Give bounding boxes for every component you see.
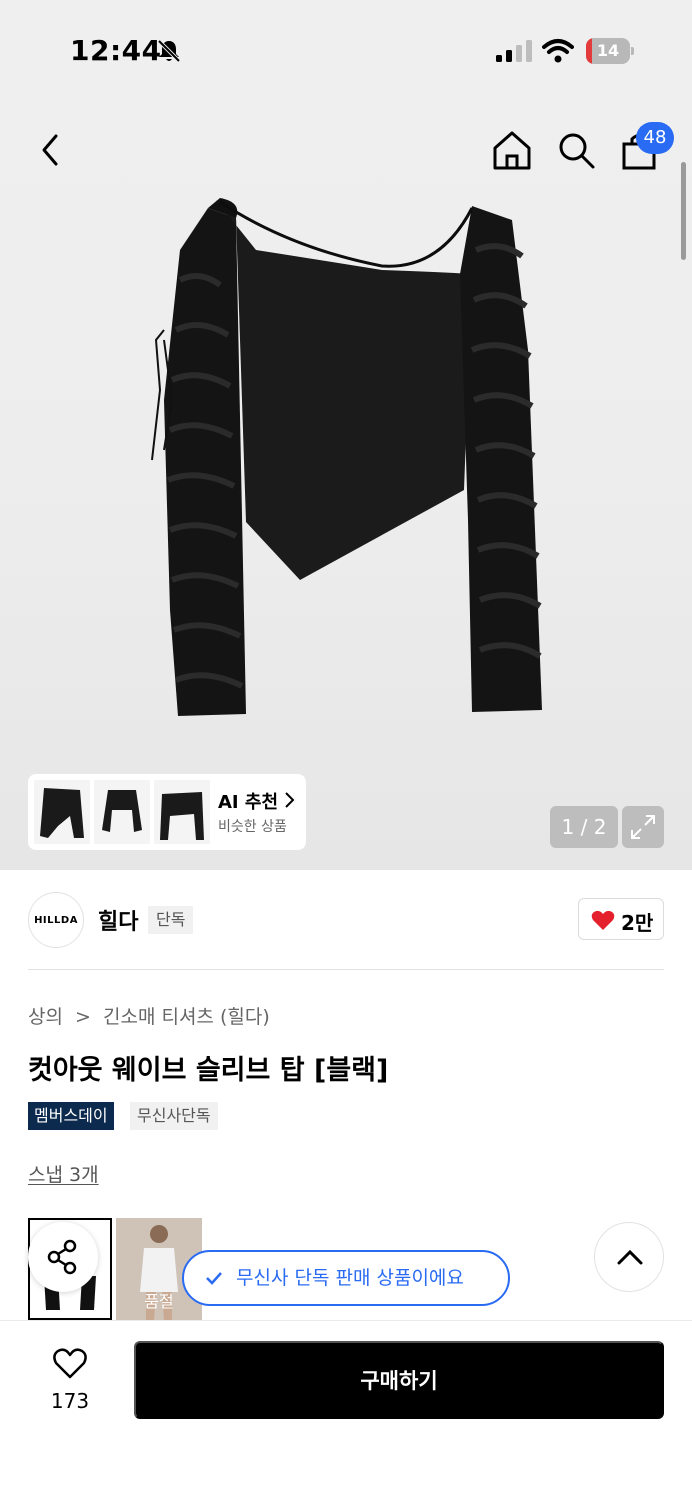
product-title: 컷아웃 웨이브 슬리브 탑 [블랙] [28, 1055, 389, 1086]
chevron-up-icon [617, 1249, 643, 1265]
wishlist-button[interactable]: 173 [40, 1345, 100, 1415]
share-icon [47, 1239, 77, 1275]
ai-recommend-card[interactable]: AI 추천 비슷한 상품 [28, 774, 306, 850]
brand-name[interactable]: 힐다 [98, 904, 138, 936]
buy-button[interactable]: 구매하기 [134, 1341, 664, 1419]
wishlist-count: 173 [50, 1389, 90, 1413]
home-icon[interactable] [490, 128, 534, 172]
scroll-indicator[interactable] [681, 162, 686, 260]
bell-off-icon [157, 39, 181, 63]
musinsa-exclusive-tag: 무신사단독 [130, 1102, 218, 1130]
status-time: 12:44 [70, 34, 162, 67]
breadcrumb-category[interactable]: 상의 [28, 1006, 63, 1028]
ai-thumb-3[interactable] [154, 780, 210, 844]
check-icon [206, 1272, 222, 1285]
heart-icon [591, 910, 615, 930]
ai-thumb-1[interactable] [34, 780, 90, 844]
page-counter: 1 / 2 [550, 806, 618, 848]
ai-thumb-2[interactable] [94, 780, 150, 844]
breadcrumb-separator: > [75, 1006, 91, 1028]
ai-recommend-title: AI 추천 [218, 792, 279, 813]
product-gallery[interactable]: 48 AI 추천 비슷한 상품 1 / 2 [0, 100, 692, 870]
exclusive-toast-text: 무신사 단독 판매 상품이에요 [236, 1267, 464, 1289]
cart-badge: 48 [636, 122, 674, 154]
brand-like-button[interactable]: 2만 [578, 898, 664, 940]
share-button[interactable] [28, 1222, 98, 1292]
brand-like-count: 2만 [621, 911, 654, 935]
bottom-bar: 173 구매하기 [0, 1320, 692, 1500]
scroll-top-button[interactable] [594, 1222, 664, 1292]
divider [28, 969, 664, 970]
search-icon[interactable] [556, 130, 596, 170]
snap-link[interactable]: 스냅 3개 [28, 1160, 99, 1187]
product-image [151, 198, 542, 716]
status-bar: 12:44 14 [0, 0, 692, 100]
breadcrumb-subcategory[interactable]: 긴소매 티셔츠 (힐다) [103, 1006, 270, 1028]
wifi-icon [542, 39, 574, 63]
signal-icon [496, 40, 532, 62]
ai-recommend-subtitle: 비슷한 상품 [218, 819, 287, 835]
brand-exclusive-tag: 단독 [148, 906, 194, 934]
exclusive-toast[interactable]: 무신사 단독 판매 상품이에요 [182, 1250, 510, 1306]
expand-button[interactable] [622, 806, 664, 848]
membersday-tag: 멤버스데이 [28, 1102, 114, 1130]
heart-icon [53, 1348, 87, 1379]
expand-icon [631, 815, 655, 839]
battery-percent: 14 [596, 41, 620, 60]
back-icon[interactable] [34, 130, 66, 170]
battery-icon: 14 [586, 38, 634, 64]
chevron-right-icon [285, 792, 295, 808]
breadcrumb: 상의 > 긴소매 티셔츠 (힐다) [28, 1002, 276, 1029]
brand-logo[interactable]: HILLDA [28, 892, 84, 948]
